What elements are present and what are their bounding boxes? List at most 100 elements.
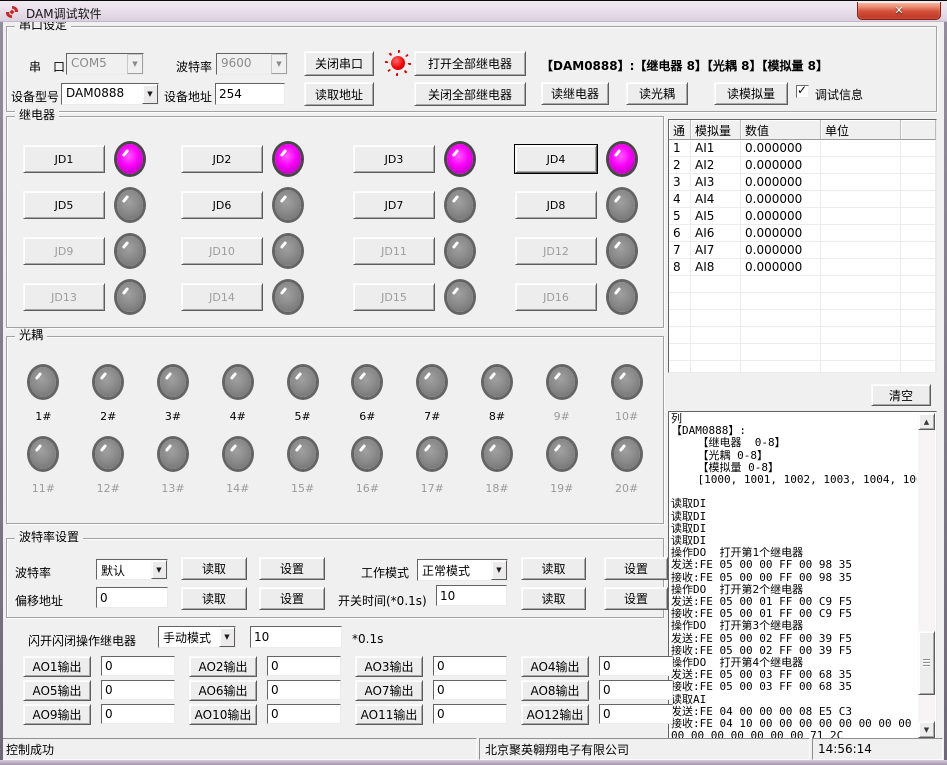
- relay-led-9: [117, 236, 143, 266]
- col-header-analog[interactable]: 模拟量: [691, 120, 741, 140]
- relay-button-jd3[interactable]: JD3: [353, 145, 435, 173]
- table-cell: [691, 327, 741, 344]
- col-header-blank[interactable]: [901, 120, 936, 140]
- opto-led-6: [354, 367, 380, 397]
- table-cell: [821, 293, 901, 310]
- close-button[interactable]: ✕: [857, 2, 941, 20]
- debug-info-checkbox[interactable]: [796, 85, 809, 98]
- log-scrollbar[interactable]: ▲ ▼: [918, 413, 935, 738]
- relay-button-jd2[interactable]: JD2: [181, 145, 263, 173]
- read-analog-button[interactable]: 读模拟量: [714, 82, 788, 105]
- ao-output-input-2[interactable]: [267, 656, 341, 676]
- table-cell: [821, 191, 901, 208]
- opto-led-2: [95, 367, 121, 397]
- opto-cell: 4#: [205, 367, 270, 423]
- ao-output-button-4[interactable]: AO4输出: [521, 656, 589, 677]
- close-port-button[interactable]: 关闭串口: [304, 51, 374, 76]
- work-mode-read-button[interactable]: 读取: [521, 557, 586, 580]
- ao-output-button-5[interactable]: AO5输出: [23, 680, 91, 701]
- relay-button-jd1[interactable]: JD1: [23, 145, 105, 173]
- col-header-value[interactable]: 数值: [741, 120, 821, 140]
- work-mode-value: 正常模式: [418, 560, 491, 580]
- table-row: 1AI10.000000: [669, 140, 936, 157]
- baud-settings-title: 波特率设置: [15, 530, 83, 545]
- relay-button-jd4[interactable]: JD4: [515, 145, 597, 173]
- status-company-text: 北京聚英翱翔电子有限公司: [485, 741, 629, 758]
- opto-cell: 19#: [529, 439, 594, 495]
- work-mode-set-button[interactable]: 设置: [604, 557, 668, 580]
- status-time: 14:56:14: [812, 738, 943, 760]
- title-bar[interactable]: DAM调试软件 ✕: [0, 0, 947, 22]
- switch-time-read-button[interactable]: 读取: [521, 587, 586, 610]
- ao-output-button-7[interactable]: AO7输出: [355, 680, 423, 701]
- ao-output-input-1[interactable]: [101, 656, 175, 676]
- relay-button-jd8[interactable]: JD8: [515, 191, 597, 219]
- scroll-up-icon[interactable]: ▲: [918, 413, 935, 430]
- log-output[interactable]: 列 【DAM0888】: 【继电器 0-8】 【光耦 0-8】 【模拟量 0-8…: [671, 413, 917, 739]
- ao-output-button-11[interactable]: AO11输出: [355, 704, 423, 725]
- ao-output-input-7[interactable]: [433, 680, 507, 700]
- opto-led-20: [614, 439, 640, 469]
- col-header-channel[interactable]: 通: [669, 120, 691, 140]
- offset-set-button[interactable]: 设置: [259, 587, 325, 610]
- ao-output-input-4[interactable]: [599, 656, 673, 676]
- offset-addr-input[interactable]: [96, 587, 168, 608]
- work-mode-select[interactable]: 正常模式 ▼: [417, 559, 508, 581]
- ao-output-button-1[interactable]: AO1输出: [23, 656, 91, 677]
- offset-read-button[interactable]: 读取: [181, 587, 247, 610]
- table-cell: 8: [669, 259, 691, 276]
- switch-time-set-button[interactable]: 设置: [604, 587, 668, 610]
- ao-output-button-3[interactable]: AO3输出: [355, 656, 423, 677]
- flash-time-input[interactable]: [250, 626, 342, 648]
- read-addr-button[interactable]: 读取地址: [304, 82, 374, 106]
- baud-set-button[interactable]: 设置: [259, 557, 325, 580]
- ao-output-button-10[interactable]: AO10输出: [189, 704, 257, 725]
- relay-cell: JD1: [23, 144, 181, 174]
- ao-output-input-8[interactable]: [599, 680, 673, 700]
- opto-led-label: 6#: [359, 410, 375, 423]
- opto-led-label: 11#: [32, 482, 55, 495]
- ao-output-input-9[interactable]: [101, 704, 175, 724]
- relay-button-jd5[interactable]: JD5: [23, 191, 105, 219]
- read-opto-button[interactable]: 读光耦: [626, 82, 688, 105]
- open-all-relays-button[interactable]: 打开全部继电器: [414, 51, 526, 76]
- table-cell: [901, 174, 936, 191]
- baud-read-button[interactable]: 读取: [181, 557, 247, 580]
- ao-output-button-8[interactable]: AO8输出: [521, 680, 589, 701]
- close-all-relays-button[interactable]: 关闭全部继电器: [414, 82, 526, 106]
- scrollbar-thumb[interactable]: [918, 631, 935, 695]
- ao-output-input-5[interactable]: [101, 680, 175, 700]
- clear-log-button[interactable]: 清空: [871, 384, 931, 406]
- ao-output-input-6[interactable]: [267, 680, 341, 700]
- ao-output-input-10[interactable]: [267, 704, 341, 724]
- baud-default-select[interactable]: 默认 ▼: [96, 559, 168, 580]
- ao-output-button-2[interactable]: AO2输出: [189, 656, 257, 677]
- ao-output-button-6[interactable]: AO6输出: [189, 680, 257, 701]
- col-header-unit[interactable]: 单位: [821, 120, 901, 140]
- ao-output-button-9[interactable]: AO9输出: [23, 704, 91, 725]
- relay-led-2: [275, 144, 301, 174]
- read-relay-button[interactable]: 读继电器: [541, 82, 609, 105]
- relay-cell: JD9: [23, 236, 181, 266]
- table-cell: [691, 344, 741, 361]
- table-cell: [741, 327, 821, 344]
- relay-button-jd15: JD15: [353, 283, 435, 311]
- table-cell: [669, 293, 691, 310]
- ao-output-input-3[interactable]: [433, 656, 507, 676]
- table-row: 4AI40.000000: [669, 191, 936, 208]
- flash-mode-select[interactable]: 手动模式 ▼: [158, 626, 236, 648]
- scroll-down-icon[interactable]: ▼: [918, 721, 935, 738]
- device-addr-input[interactable]: [215, 83, 285, 105]
- switch-time-input[interactable]: [436, 585, 507, 606]
- model-select[interactable]: DAM0888 ▼: [61, 83, 159, 105]
- relay-cell: JD3: [353, 144, 515, 174]
- ao-output-button-12[interactable]: AO12输出: [521, 704, 589, 725]
- ao-output-input-12[interactable]: [599, 704, 673, 724]
- relay-button-jd6[interactable]: JD6: [181, 191, 263, 219]
- opto-led-label: 13#: [161, 482, 184, 495]
- table-cell: 0.000000: [741, 225, 821, 242]
- relay-button-jd7[interactable]: JD7: [353, 191, 435, 219]
- ao-output-input-11[interactable]: [433, 704, 507, 724]
- relay-cell: JD4: [515, 144, 665, 174]
- status-time-text: 14:56:14: [818, 742, 872, 756]
